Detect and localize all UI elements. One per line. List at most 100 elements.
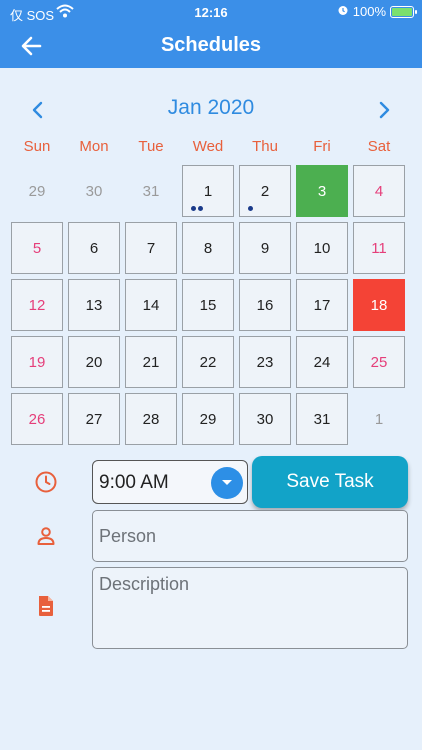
- calendar-day[interactable]: 8: [182, 222, 234, 274]
- day-number: 30: [85, 182, 103, 200]
- calendar-day[interactable]: 4: [353, 165, 405, 217]
- day-number: 14: [142, 296, 160, 314]
- app-header: 仅 SOS 12:16 100% Schedules: [0, 0, 422, 68]
- calendar-day[interactable]: 30: [239, 393, 291, 445]
- calendar-day[interactable]: 7: [125, 222, 177, 274]
- calendar-day[interactable]: 14: [125, 279, 177, 331]
- calendar-day[interactable]: 2: [239, 165, 291, 217]
- day-number: 20: [85, 353, 103, 371]
- calendar-day[interactable]: 18: [353, 279, 405, 331]
- alarm-icon: [337, 4, 349, 19]
- calendar-day: 29: [11, 165, 63, 217]
- calendar-day[interactable]: 17: [296, 279, 348, 331]
- time-value: 9:00 AM: [99, 472, 169, 493]
- calendar-grid: 29 30 31 1 2 3 4 5 6 7 8 9 10 11 12 13 14 15 16 17 18 19 20 21 2…: [11, 165, 411, 447]
- day-number: 15: [199, 296, 217, 314]
- event-indicator: [191, 206, 203, 211]
- calendar-day[interactable]: 15: [182, 279, 234, 331]
- calendar-day[interactable]: 29: [182, 393, 234, 445]
- month-label: Jan 2020: [167, 96, 255, 119]
- page-title: Schedules: [160, 34, 262, 56]
- calendar-day[interactable]: 25: [353, 336, 405, 388]
- calendar-day[interactable]: 5: [11, 222, 63, 274]
- month-navigation: Jan 2020: [0, 92, 422, 124]
- day-number: 5: [32, 239, 42, 257]
- calendar-day[interactable]: 31: [296, 393, 348, 445]
- calendar-day[interactable]: 27: [68, 393, 120, 445]
- day-number: 29: [199, 410, 217, 428]
- day-number: 31: [142, 182, 160, 200]
- day-number: 22: [199, 353, 217, 371]
- day-number: 28: [142, 410, 160, 428]
- weekday-label: Thu: [252, 138, 278, 155]
- day-number: 2: [260, 182, 270, 200]
- day-number: 17: [313, 296, 331, 314]
- calendar-day[interactable]: 1: [182, 165, 234, 217]
- day-number: 10: [313, 239, 331, 257]
- calendar-day[interactable]: 26: [11, 393, 63, 445]
- calendar-day: 1: [353, 393, 405, 445]
- calendar-day[interactable]: 9: [239, 222, 291, 274]
- day-number: 26: [28, 410, 46, 428]
- day-number: 30: [256, 410, 274, 428]
- clock-icon: [34, 470, 58, 494]
- weekday-label: Wed: [192, 138, 224, 155]
- weekday-label: Sun: [23, 138, 51, 155]
- day-number: 27: [85, 410, 103, 428]
- day-number: 6: [89, 239, 99, 257]
- weekday-header: Sun Mon Tue Wed Thu Fri Sat: [11, 138, 411, 158]
- day-number: 4: [374, 182, 384, 200]
- calendar-day[interactable]: 11: [353, 222, 405, 274]
- day-number: 12: [28, 296, 46, 314]
- event-dot: [191, 206, 196, 211]
- day-number: 8: [203, 239, 213, 257]
- next-month-button[interactable]: [372, 98, 396, 122]
- day-number: 29: [28, 182, 46, 200]
- calendar-day[interactable]: 23: [239, 336, 291, 388]
- day-number: 11: [371, 239, 387, 257]
- calendar-day[interactable]: 28: [125, 393, 177, 445]
- calendar-day[interactable]: 19: [11, 336, 63, 388]
- calendar-day[interactable]: 16: [239, 279, 291, 331]
- save-task-button[interactable]: Save Task: [252, 456, 408, 508]
- person-icon: [34, 524, 58, 548]
- calendar-day[interactable]: 12: [11, 279, 63, 331]
- event-dot: [198, 206, 203, 211]
- day-number: 21: [142, 353, 160, 371]
- battery-percent: 100%: [352, 4, 386, 19]
- day-number: 24: [313, 353, 331, 371]
- document-icon: [34, 594, 58, 618]
- weekday-label: Tue: [138, 138, 164, 155]
- event-dot: [248, 206, 253, 211]
- chevron-right-icon: [379, 101, 390, 119]
- calendar-day[interactable]: 21: [125, 336, 177, 388]
- calendar-day[interactable]: 3: [296, 165, 348, 217]
- day-number: 23: [256, 353, 274, 371]
- calendar-day[interactable]: 24: [296, 336, 348, 388]
- event-indicator: [248, 206, 253, 211]
- status-bar: 仅 SOS 12:16 100%: [0, 3, 422, 23]
- person-input[interactable]: [92, 510, 408, 562]
- weekday-label: Mon: [79, 138, 109, 155]
- calendar-day[interactable]: 22: [182, 336, 234, 388]
- chevron-down-icon[interactable]: [211, 467, 243, 499]
- day-number: 31: [313, 410, 331, 428]
- time-dropdown[interactable]: 9:00 AM: [92, 460, 248, 504]
- day-number: 9: [260, 239, 270, 257]
- calendar-day[interactable]: 20: [68, 336, 120, 388]
- calendar-day[interactable]: 13: [68, 279, 120, 331]
- description-input[interactable]: [92, 567, 408, 649]
- day-number: 19: [28, 353, 46, 371]
- day-number: 25: [370, 353, 388, 371]
- calendar-day: 31: [125, 165, 177, 217]
- status-right: 100%: [337, 4, 417, 19]
- weekday-label: Sat: [367, 138, 391, 155]
- calendar-day[interactable]: 10: [296, 222, 348, 274]
- weekday-label: Fri: [313, 138, 331, 155]
- day-number: 7: [146, 239, 156, 257]
- day-number: 13: [85, 296, 103, 314]
- calendar-day: 30: [68, 165, 120, 217]
- day-number: 1: [203, 182, 213, 200]
- calendar-day[interactable]: 6: [68, 222, 120, 274]
- battery-icon: [390, 5, 417, 18]
